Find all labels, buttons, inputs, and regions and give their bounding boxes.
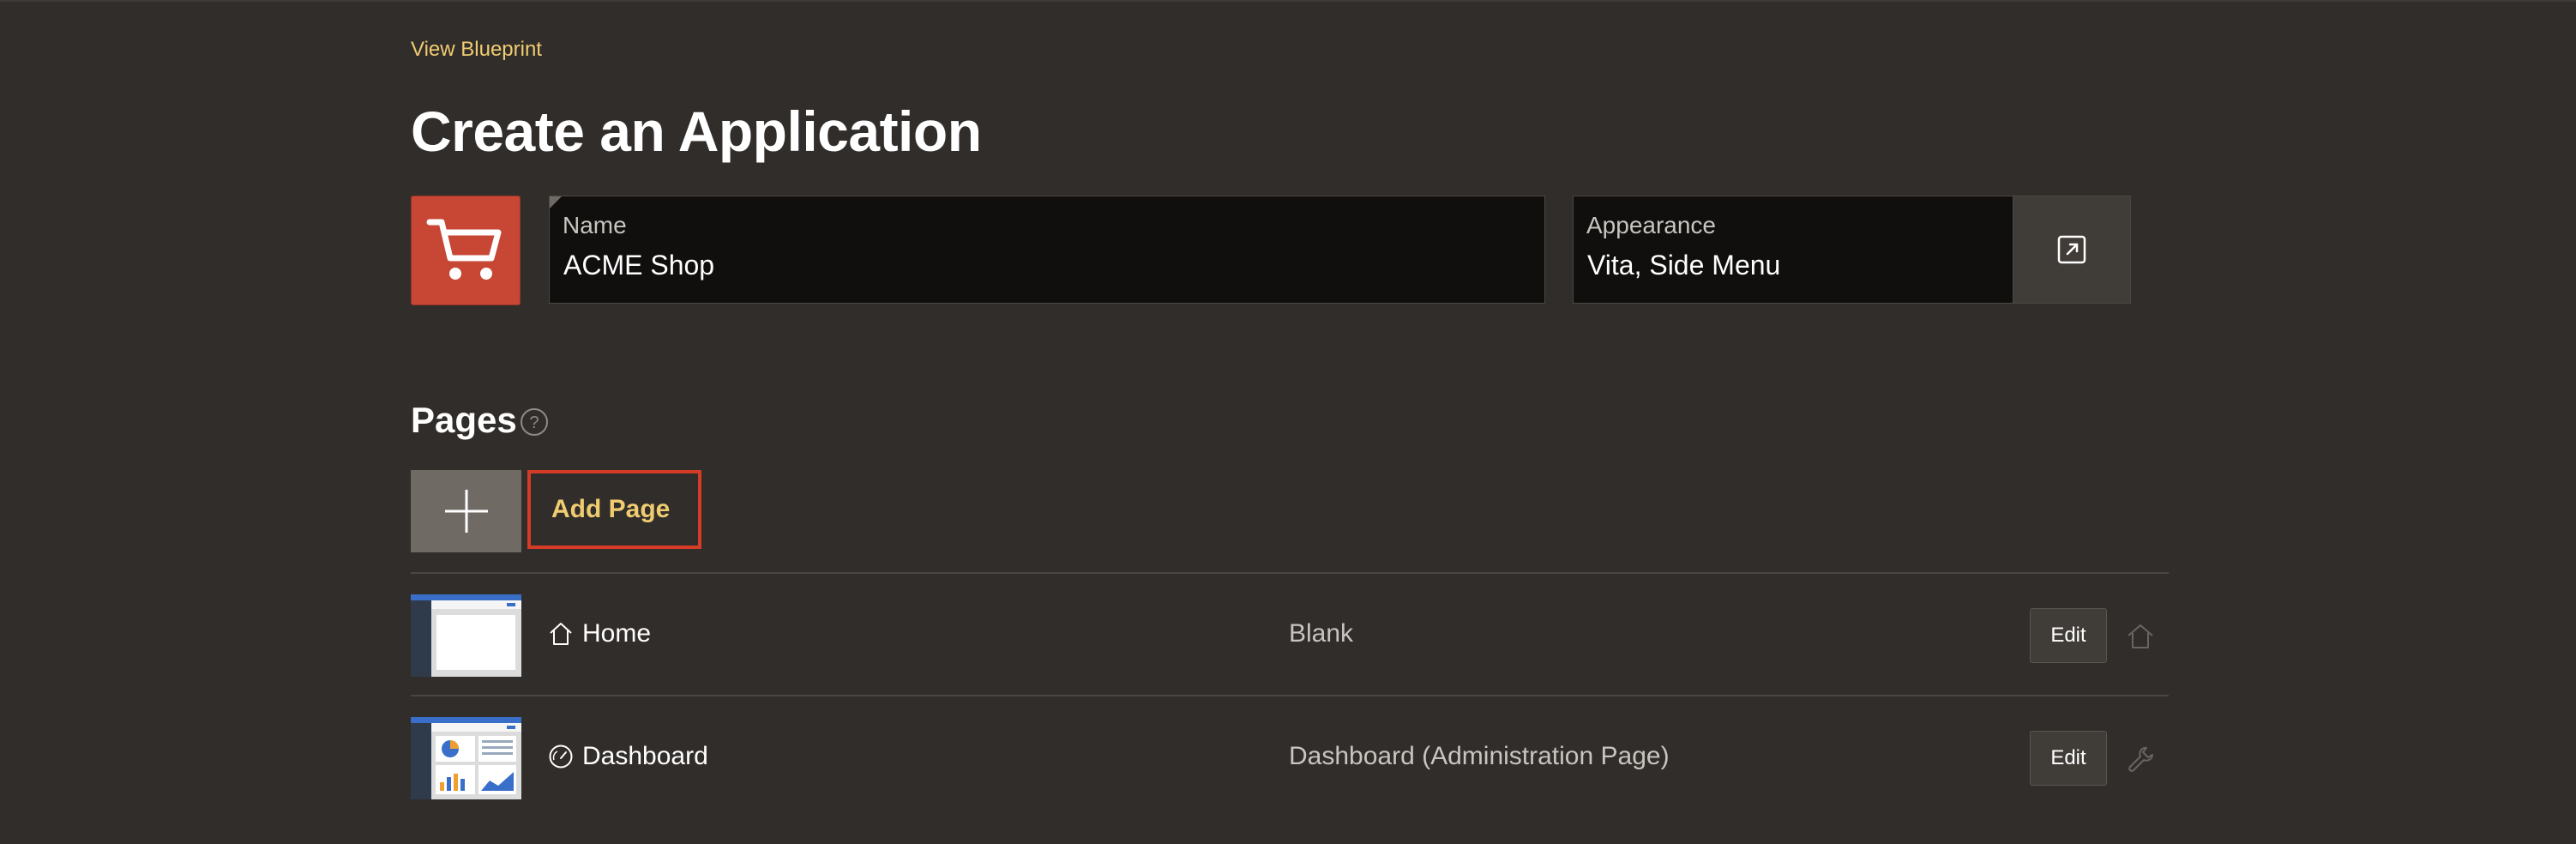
page-row-home[interactable]: Home Blank Edit xyxy=(411,594,2169,677)
blank-page-thumbnail xyxy=(411,594,521,677)
page-title: Create an Application xyxy=(411,99,982,163)
appearance-field[interactable]: Appearance Vita, Side Menu xyxy=(1573,196,2013,304)
dashboard-page-thumbnail xyxy=(411,717,521,799)
view-blueprint-link[interactable]: View Blueprint xyxy=(411,38,542,62)
wrench-icon xyxy=(2128,747,2153,772)
page-type: Dashboard (Administration Page) xyxy=(1289,742,1670,770)
appearance-change-button[interactable] xyxy=(2013,196,2131,304)
top-border xyxy=(0,0,2576,2)
external-link-icon xyxy=(2057,235,2086,264)
page-name: Home xyxy=(582,619,652,648)
add-page-button[interactable]: Add Page xyxy=(527,470,701,549)
required-marker xyxy=(550,196,562,208)
edit-button[interactable]: Edit xyxy=(2030,731,2107,786)
add-page-label: Add Page xyxy=(551,495,671,523)
name-field-label: Name xyxy=(563,212,627,238)
page-type: Blank xyxy=(1289,619,1354,648)
question-circle-icon[interactable]: ? xyxy=(520,407,549,437)
shopping-cart-icon xyxy=(426,219,502,280)
svg-text:?: ? xyxy=(529,413,539,432)
name-field[interactable]: Name ACME Shop xyxy=(549,196,1545,304)
page-row-dashboard[interactable]: Dashboard Dashboard (Administration Page… xyxy=(411,717,2169,799)
plus-icon xyxy=(444,490,488,533)
add-page-plus-button[interactable] xyxy=(411,470,521,552)
pages-heading: Pages xyxy=(411,400,517,440)
gauge-icon xyxy=(549,745,573,769)
home-page-icon xyxy=(2128,624,2153,648)
name-field-value[interactable]: ACME Shop xyxy=(563,250,714,281)
divider xyxy=(411,695,2169,696)
appearance-field-label: Appearance xyxy=(1586,212,1717,238)
app-icon-button[interactable] xyxy=(411,196,521,305)
appearance-field-value: Vita, Side Menu xyxy=(1587,250,1781,280)
page-name: Dashboard xyxy=(582,742,708,770)
divider xyxy=(411,572,2169,574)
edit-button[interactable]: Edit xyxy=(2030,608,2107,663)
home-icon xyxy=(550,623,572,645)
